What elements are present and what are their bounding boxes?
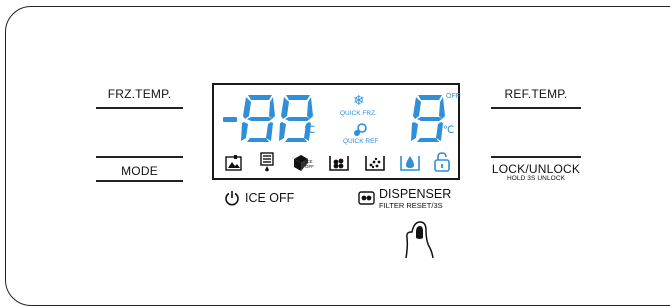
mode-overline [96,156,183,158]
lock-unlock-hint: HOLD 3S UNLOCK [506,175,566,182]
ice-off-icon-bottom: OFF [305,164,314,169]
fridge-unit: ℃ [443,125,455,136]
quick-ref-icon [354,123,367,136]
ice-off-button[interactable]: ICE OFF [224,190,314,208]
off-label: OFF [446,93,460,100]
ice-off-label: ICE OFF [245,191,295,205]
ref-temp-button[interactable]: REF.TEMP. [491,87,581,109]
dispenser-icon [358,191,375,205]
water-filter-icon [400,156,420,171]
frz-temp-button[interactable]: FRZ.TEMP. [96,87,183,109]
mode-label: MODE [121,164,158,178]
lock-unlock-label: LOCK/UNLOCK [491,162,581,176]
freezer-unit: ℃ [304,125,316,136]
water-cup-icon [260,152,274,172]
quick-frz-label: QUICK FRZ. [340,110,377,117]
photo-icon [225,155,242,171]
cubed-ice-icon [329,156,349,171]
freezer-temp-digits [223,95,313,142]
mode-button[interactable]: MODE [96,156,183,182]
mode-underline [96,180,183,182]
filter-reset-label: FILTER RESET/3S [379,201,443,210]
ref-temp-label: REF.TEMP. [504,87,568,101]
lock-unlock-button[interactable]: LOCK/UNLOCK HOLD 3S UNLOCK [491,156,581,183]
snowflake-icon: ❄ [353,92,365,108]
fridge-temp-digit [411,95,445,142]
lock-open-icon [434,152,450,172]
lock-unlock-overline [491,156,581,158]
dispenser-button[interactable]: DISPENSER FILTER RESET/3S [358,187,478,215]
finger-touch-icon [405,221,434,259]
dispenser-label: DISPENSER [379,187,452,201]
lcd-display: ℃ ❄ QUICK FRZ. QUICK REF OFF ℃ ICE OFF [212,83,460,180]
quick-ref-label: QUICK REF [343,138,379,145]
power-icon [225,191,239,206]
crushed-ice-icon [365,156,385,171]
frz-temp-label: FRZ.TEMP. [107,87,172,101]
ref-temp-underline [491,107,581,109]
frz-temp-underline [96,107,183,109]
